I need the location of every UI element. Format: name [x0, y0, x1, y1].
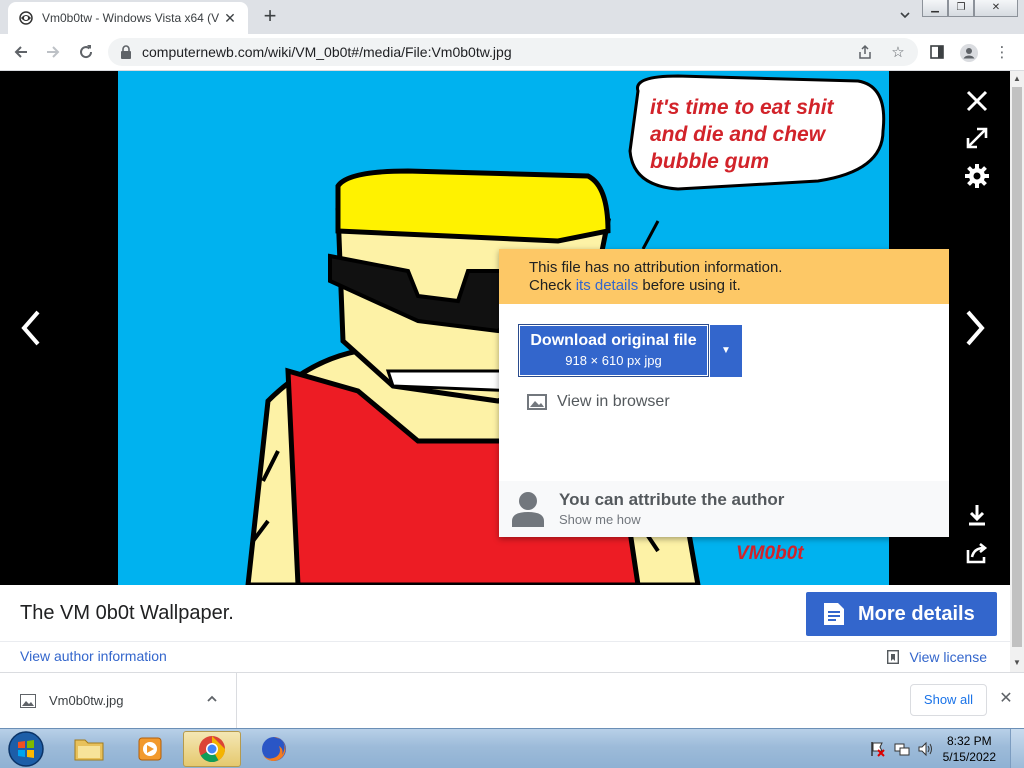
next-image-arrow-icon[interactable] [960, 308, 990, 348]
show-me-how-link[interactable]: Show me how [559, 512, 641, 527]
close-shelf-icon[interactable]: ✕ [998, 691, 1014, 707]
tab-strip: Vm0b0tw - Windows Vista x64 (V ✕ + ▁ ❐ ✕ [0, 0, 1024, 34]
taskbar-media-player[interactable] [121, 731, 179, 767]
view-in-browser-label: View in browser [557, 393, 670, 410]
tab-title: Vm0b0tw - Windows Vista x64 (V [42, 11, 220, 25]
scroll-up-icon[interactable]: ▲ [1013, 75, 1021, 83]
document-icon [824, 603, 844, 625]
profile-avatar-icon[interactable] [960, 44, 978, 62]
show-all-button[interactable]: Show all [910, 684, 987, 716]
artist-signature: VM0b0t [736, 543, 804, 564]
media-player-icon [138, 737, 162, 761]
volume-icon[interactable] [917, 741, 933, 757]
download-size-label: 918 × 610 px jpg [565, 353, 662, 368]
attribution-warning: This file has no attribution information… [499, 249, 949, 304]
view-author-link[interactable]: View author information [20, 648, 167, 664]
clock-time: 8:32 PM [946, 734, 992, 748]
view-in-browser-link[interactable]: View in browser [527, 393, 670, 411]
viewer-close-icon[interactable] [964, 88, 990, 114]
download-size-dropdown-icon[interactable]: ▼ [710, 325, 742, 377]
system-tray: 8:32 PM 5/15/2022 [854, 729, 1024, 768]
attribute-author-title: You can attribute the author [559, 490, 785, 509]
address-bar[interactable]: computernewb.com/wiki/VM_0b0t#/media/Fil… [108, 38, 918, 66]
bookmark-star-icon[interactable]: ☆ [889, 44, 907, 62]
network-icon[interactable] [894, 741, 910, 757]
download-shelf: Vm0b0tw.jpg Show all ✕ [0, 672, 1024, 728]
caption-divider [0, 641, 1010, 642]
image-file-icon [20, 693, 36, 708]
speech-line-2: and die and chew [650, 123, 827, 146]
taskbar-firefox[interactable] [245, 731, 303, 767]
view-license-label: View license [909, 649, 987, 665]
window-controls: ▁ ❐ ✕ [922, 0, 1018, 18]
warning-check-text: Check [529, 277, 576, 294]
new-tab-button[interactable]: + [258, 5, 282, 29]
taskbar-clock[interactable]: 8:32 PM 5/15/2022 [943, 733, 996, 765]
site-favicon-icon [19, 11, 33, 25]
browser-tab[interactable]: Vm0b0tw - Windows Vista x64 (V ✕ [8, 2, 248, 34]
browser-toolbar: computernewb.com/wiki/VM_0b0t#/media/Fil… [0, 34, 1024, 71]
settings-gear-icon[interactable] [964, 163, 990, 189]
restore-button[interactable]: ❐ [948, 0, 974, 17]
forward-icon[interactable] [40, 39, 66, 65]
clock-date: 5/15/2022 [942, 750, 996, 764]
chrome-icon [199, 736, 226, 763]
minimize-button[interactable]: ▁ [922, 0, 948, 17]
taskbar-chrome[interactable] [183, 731, 241, 767]
its-details-link[interactable]: its details [576, 277, 639, 294]
chrome-menu-icon[interactable]: ⋮ [993, 44, 1011, 62]
page-scrollbar[interactable]: ▲ ▼ [1010, 71, 1024, 672]
chevron-up-icon[interactable] [206, 693, 218, 705]
downloaded-file-item[interactable]: Vm0b0tw.jpg [0, 673, 237, 728]
start-button-icon[interactable] [6, 730, 46, 768]
share-icon[interactable] [856, 44, 874, 62]
windows-taskbar: 8:32 PM 5/15/2022 [0, 728, 1024, 768]
back-icon[interactable] [8, 39, 34, 65]
speech-line-3: bubble gum [650, 150, 769, 173]
tab-close-icon[interactable]: ✕ [222, 10, 238, 26]
folder-icon [74, 739, 104, 761]
taskbar-explorer[interactable] [60, 731, 118, 767]
reload-icon[interactable] [73, 39, 99, 65]
previous-image-arrow-icon[interactable] [16, 308, 46, 348]
attribute-author-section[interactable]: You can attribute the author Show me how [499, 481, 949, 537]
image-icon [527, 394, 547, 410]
scroll-down-icon[interactable]: ▼ [1013, 659, 1021, 667]
download-original-label: Download original file [530, 332, 697, 349]
download-original-button[interactable]: Download original file 918 × 610 px jpg [518, 324, 709, 377]
speech-line-1: it's time to eat shit [650, 96, 835, 119]
downloaded-file-name: Vm0b0tw.jpg [49, 693, 124, 708]
firefox-icon [262, 737, 286, 761]
lock-icon[interactable] [120, 45, 132, 59]
user-avatar-icon [512, 492, 544, 527]
show-desktop-button[interactable] [1010, 729, 1024, 768]
more-details-button[interactable]: More details [806, 592, 997, 636]
window-close-button[interactable]: ✕ [974, 0, 1018, 17]
side-panel-icon[interactable] [928, 44, 946, 62]
tab-search-chevron-icon[interactable] [896, 8, 914, 26]
scrollbar-thumb[interactable] [1012, 87, 1022, 647]
download-icon[interactable] [964, 502, 990, 528]
share-image-icon[interactable] [964, 540, 990, 566]
action-center-flag-icon[interactable] [869, 741, 885, 757]
view-license-link[interactable]: View license [887, 649, 987, 665]
fullscreen-icon[interactable] [964, 125, 990, 151]
media-viewer: it's time to eat shit and die and chew b… [0, 71, 1010, 585]
warning-after-text: before using it. [638, 277, 741, 294]
url-text: computernewb.com/wiki/VM_0b0t#/media/Fil… [142, 44, 512, 60]
more-details-label: More details [858, 602, 975, 625]
warning-line-1: This file has no attribution information… [529, 259, 783, 276]
license-icon [887, 650, 900, 664]
media-caption-bar: The VM 0b0t Wallpaper. More details View… [0, 585, 1010, 671]
download-popup: This file has no attribution information… [499, 249, 949, 537]
image-caption-title: The VM 0b0t Wallpaper. [20, 602, 234, 624]
